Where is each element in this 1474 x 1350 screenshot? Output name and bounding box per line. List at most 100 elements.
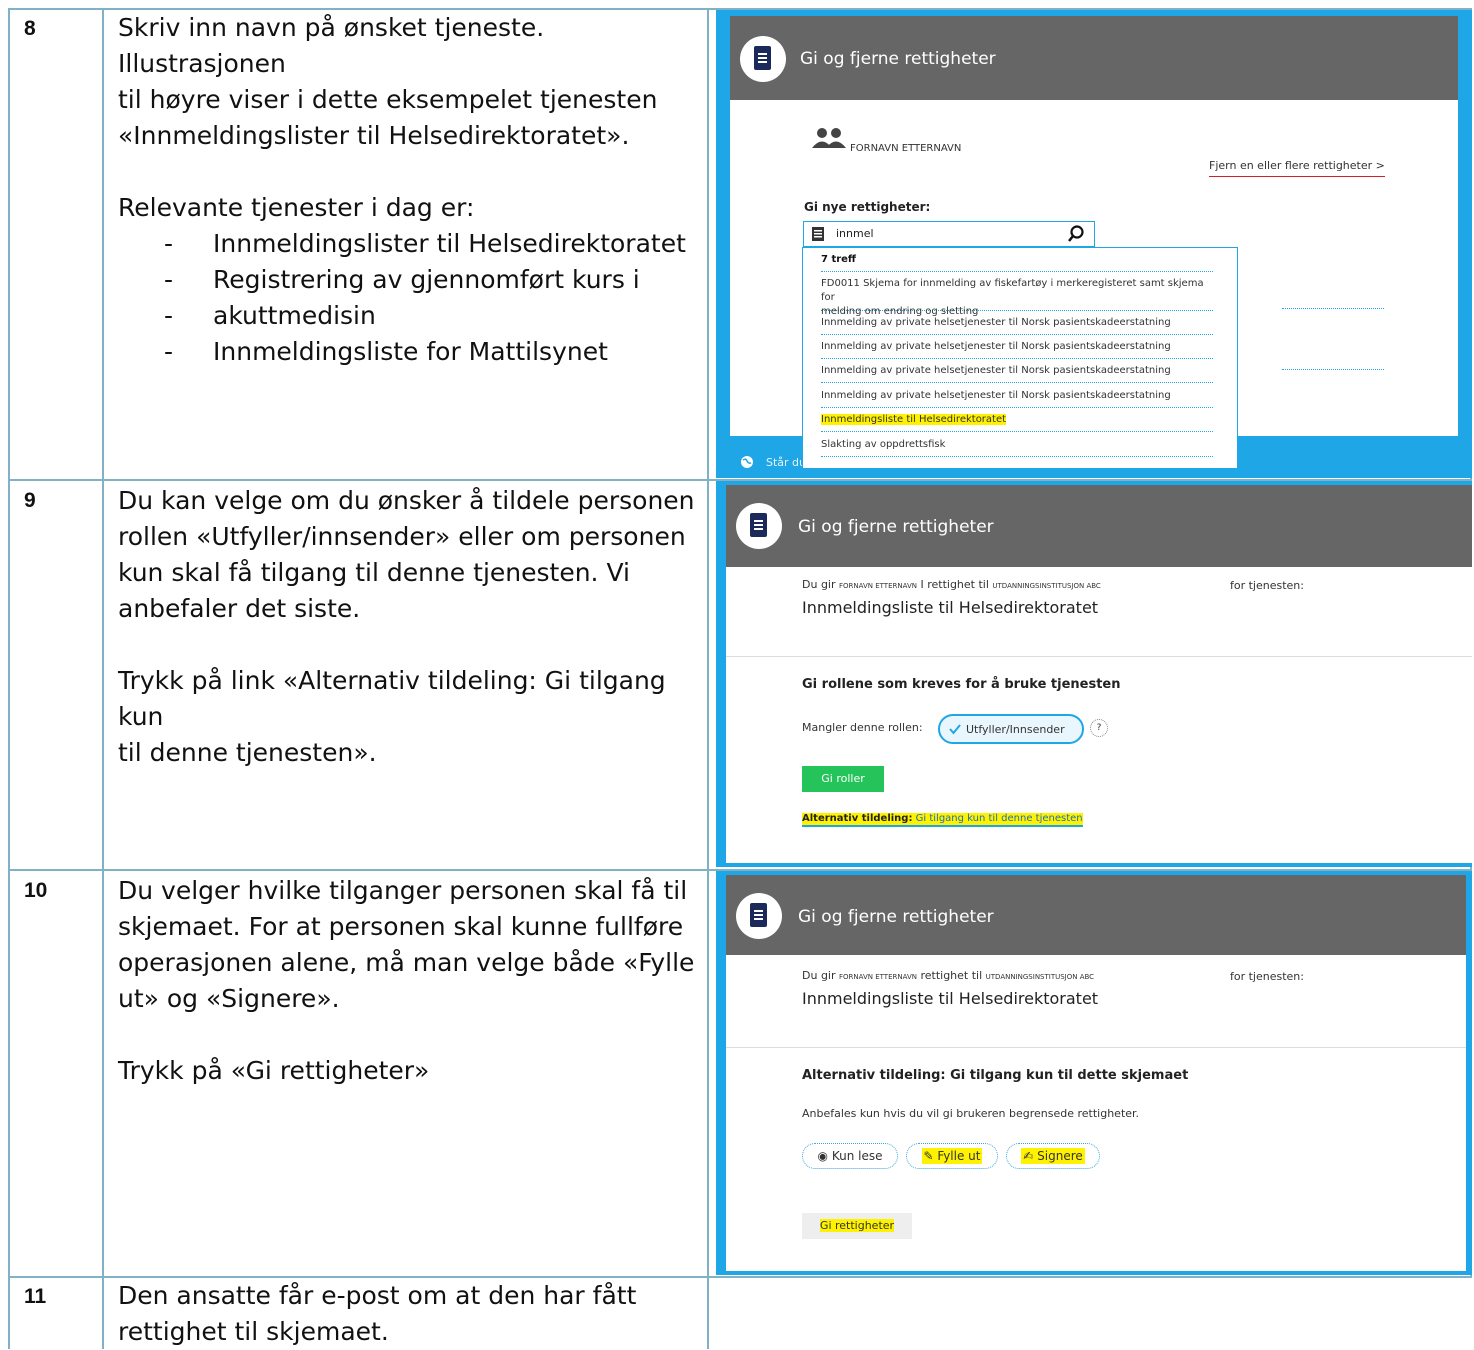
result-item[interactable]: Slakting av oppdrettsfisk bbox=[821, 438, 1213, 457]
person-name: FORNAVN ETTERNAVN bbox=[839, 582, 917, 590]
sub-heading: Relevante tjenester i dag er: bbox=[118, 193, 475, 222]
list-item: Innmeldingslister til Helsedirektoratet bbox=[118, 226, 708, 262]
result-text: FD0011 Skjema for innmelding av fiskefar… bbox=[821, 278, 1204, 303]
divider bbox=[726, 1047, 1466, 1048]
give-rights-button[interactable]: Gi rettigheter bbox=[802, 1213, 912, 1239]
document-icon bbox=[812, 227, 824, 241]
toggle-label: Fylle ut bbox=[937, 1149, 981, 1163]
altinn-logo-icon bbox=[736, 503, 782, 549]
summary-text: I rettighet til bbox=[920, 578, 989, 591]
text-line: rettighet til skjemaet. bbox=[118, 1317, 389, 1346]
pen-icon: ✎ bbox=[923, 1149, 934, 1163]
person-name: FORNAVN ETTERNAVN bbox=[839, 973, 917, 981]
app-header: Gi og fjerne rettigheter bbox=[730, 16, 1458, 100]
divider bbox=[1282, 369, 1384, 370]
search-input[interactable]: innmel bbox=[803, 221, 1095, 247]
step-number: 10 bbox=[24, 879, 48, 902]
step-text: Skriv inn navn på ønsket tjeneste. Illus… bbox=[118, 10, 708, 370]
text-line: Trykk på link «Alternativ tildeling: Gi … bbox=[118, 666, 666, 731]
header-title: Gi og fjerne rettigheter bbox=[798, 907, 994, 927]
grant-summary: Du gir FORNAVN ETTERNAVN rettighet til U… bbox=[802, 969, 1094, 982]
sign-icon: ✍ bbox=[1023, 1149, 1034, 1163]
text-line: rollen «Utfyller/innsender» eller om per… bbox=[118, 522, 686, 551]
divider bbox=[726, 656, 1472, 657]
text-line: «Innmeldingslister til Helsedirektoratet… bbox=[118, 121, 630, 150]
for-service-label: for tjenesten: bbox=[1230, 970, 1304, 983]
link-text: Gi tilgang kun til denne tjenesten bbox=[915, 813, 1083, 824]
result-text: Innmeldingsliste til Helsedirektoratet bbox=[821, 414, 1007, 425]
text-line: Skriv inn navn på ønsket tjeneste. Illus… bbox=[118, 13, 545, 78]
divider bbox=[1282, 308, 1384, 309]
list-item-continuation: akuttmedisin bbox=[118, 298, 708, 334]
result-item[interactable]: Innmelding av private helsetjenester til… bbox=[821, 340, 1213, 359]
text-line: ut» og «Signere». bbox=[118, 984, 340, 1013]
search-icon[interactable] bbox=[1068, 225, 1086, 243]
new-rights-label: Gi nye rettigheter: bbox=[804, 200, 931, 214]
app-header: Gi og fjerne rettigheter bbox=[726, 875, 1466, 955]
altinn-logo-icon bbox=[736, 893, 782, 939]
text-line: operasjonen alene, må man velge både «Fy… bbox=[118, 948, 695, 977]
search-value: innmel bbox=[836, 227, 874, 240]
list-item: Registrering av gjennomført kurs i bbox=[118, 262, 708, 298]
remove-rights-link[interactable]: Fjern en eller flere rettigheter > bbox=[1209, 159, 1385, 177]
text-line: Du kan velge om du ønsker å tildele pers… bbox=[118, 486, 695, 515]
button-label: Gi rettigheter bbox=[819, 1219, 895, 1232]
search-dropdown: 7 treff FD0011 Skjema for innmelding av … bbox=[802, 247, 1238, 469]
result-item[interactable]: FD0011 Skjema for innmelding av fiskefar… bbox=[821, 277, 1213, 317]
service-list: Innmeldingslister til Helsedirektoratet … bbox=[118, 226, 708, 370]
section-title: Gi rollene som kreves for å bruke tjenes… bbox=[802, 677, 1121, 692]
help-icon[interactable]: ? bbox=[1090, 719, 1108, 737]
summary-text: rettighet til bbox=[920, 969, 983, 982]
app-header: Gi og fjerne rettigheter bbox=[726, 485, 1472, 567]
text-line: til høyre viser i dette eksempelet tjene… bbox=[118, 85, 658, 114]
result-item[interactable]: Innmelding av private helsetjenester til… bbox=[821, 364, 1213, 383]
screenshot-search: Gi og fjerne rettigheter FORNAVN ETTERNA… bbox=[716, 10, 1472, 478]
fill-out-toggle[interactable]: ✎ Fylle ut bbox=[906, 1143, 998, 1169]
summary-text: Du gir bbox=[802, 969, 836, 982]
sign-toggle[interactable]: ✍ Signere bbox=[1006, 1143, 1100, 1169]
give-roles-button[interactable]: Gi roller bbox=[802, 766, 884, 792]
result-item[interactable]: Innmelding av private helsetjenester til… bbox=[821, 389, 1213, 408]
grid-line bbox=[102, 8, 104, 1349]
text-line: Den ansatte får e-post om at den har fåt… bbox=[118, 1281, 637, 1310]
eye-icon: ◉ bbox=[817, 1149, 828, 1163]
step-text: Du kan velge om du ønsker å tildele pers… bbox=[118, 483, 708, 771]
text-line: kun skal få tilgang til denne tjenesten.… bbox=[118, 558, 630, 587]
role-toggle[interactable]: Utfyller/Innsender bbox=[938, 714, 1084, 744]
step-text: Den ansatte får e-post om at den har fåt… bbox=[118, 1278, 708, 1350]
step-number: 8 bbox=[24, 17, 36, 40]
org-name: UTDANNINGSINSTITUSJON ABC bbox=[992, 582, 1101, 590]
service-name: Innmeldingsliste til Helsedirektoratet bbox=[802, 598, 1099, 617]
toggle-label: Kun lese bbox=[831, 1149, 883, 1163]
text-line: skjemaet. For at personen skal kunne ful… bbox=[118, 912, 684, 941]
list-item: Innmeldingsliste for Mattilsynet bbox=[118, 334, 708, 370]
read-only-toggle[interactable]: ◉ Kun lese bbox=[802, 1143, 898, 1169]
summary-text: Du gir bbox=[802, 578, 836, 591]
header-title: Gi og fjerne rettigheter bbox=[798, 517, 994, 537]
section-title: Alternativ tildeling: Gi tilgang kun til… bbox=[802, 1068, 1189, 1083]
result-item[interactable]: Innmelding av private helsetjenester til… bbox=[821, 316, 1213, 335]
text-line: Trykk på «Gi rettigheter» bbox=[118, 1056, 430, 1085]
step-number: 9 bbox=[24, 489, 36, 512]
step-number: 11 bbox=[24, 1285, 47, 1308]
missing-role-label: Mangler denne rollen: bbox=[802, 721, 923, 734]
alternative-grant-link[interactable]: Alternativ tildeling: Gi tilgang kun til… bbox=[802, 813, 1083, 827]
list-item-text: akuttmedisin bbox=[213, 301, 376, 330]
screenshot-roles: Gi og fjerne rettigheter Du gir FORNAVN … bbox=[716, 481, 1472, 867]
footer-text: Står du bbox=[766, 456, 807, 469]
service-name: Innmeldingsliste til Helsedirektoratet bbox=[802, 989, 1099, 1008]
link-prefix: Alternativ tildeling: bbox=[802, 813, 913, 824]
persons-icon bbox=[812, 128, 846, 148]
globe-icon bbox=[741, 456, 753, 468]
text-line: anbefaler det siste. bbox=[118, 594, 361, 623]
checkmark-icon bbox=[949, 724, 961, 735]
text-line: til denne tjenesten». bbox=[118, 738, 377, 767]
hits-count: 7 treff bbox=[821, 253, 1213, 272]
grant-summary: Du gir FORNAVN ETTERNAVN I rettighet til… bbox=[802, 578, 1101, 591]
person-name: FORNAVN ETTERNAVN bbox=[850, 143, 962, 154]
result-item-highlighted[interactable]: Innmeldingsliste til Helsedirektoratet bbox=[821, 413, 1213, 432]
grid-line bbox=[8, 8, 10, 1349]
text-line: Du velger hvilke tilganger personen skal… bbox=[118, 876, 688, 905]
header-title: Gi og fjerne rettigheter bbox=[800, 49, 996, 69]
role-label: Utfyller/Innsender bbox=[966, 723, 1065, 736]
